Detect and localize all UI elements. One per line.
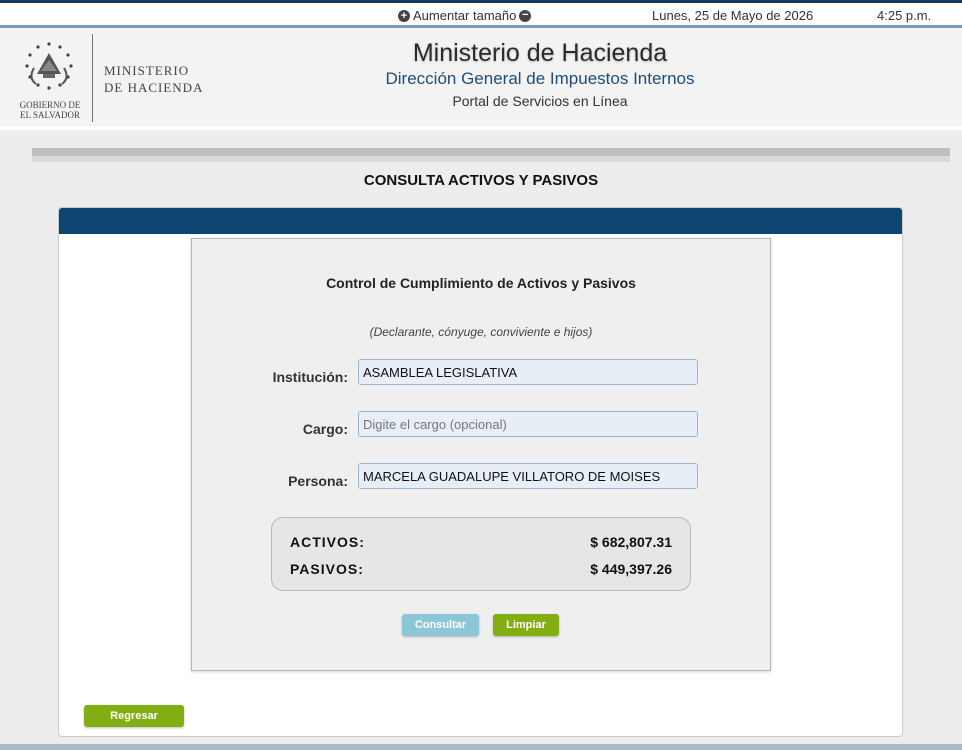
current-date: Lunes, 25 de Mayo de 2026: [652, 8, 814, 23]
header-portal: Portal de Servicios en Línea: [452, 93, 628, 109]
header-title: Ministerio de Hacienda: [412, 39, 668, 67]
logo-line-1: MINISTERIO: [104, 63, 190, 78]
activos-value: $ 682,807.31: [590, 534, 672, 550]
pasivos-label: PASIVOS:: [290, 561, 364, 577]
institucion-label: Institución:: [272, 369, 348, 385]
ministry-logo-text: MINISTERIO DE HACIENDA: [104, 62, 203, 96]
query-form: Control de Cumplimiento de Activos y Pas…: [191, 238, 771, 671]
plus-circle-icon[interactable]: +: [398, 9, 410, 22]
page-title: CONSULTA ACTIVOS Y PASIVOS: [363, 172, 599, 189]
persona-label: Persona:: [288, 473, 348, 489]
consultar-button[interactable]: Consultar: [402, 614, 479, 636]
zoom-label[interactable]: Aumentar tamaño: [413, 8, 516, 23]
logo-line-2: DE HACIENDA: [104, 80, 204, 95]
pasivos-value: $ 449,397.26: [590, 561, 672, 577]
header-divider: [92, 34, 93, 122]
header-subtitle: Dirección General de Impuestos Internos: [385, 69, 695, 88]
footer-line: [0, 744, 962, 750]
zoom-control: + Aumentar tamaño −: [398, 8, 532, 23]
seal-caption-line-2: EL SALVADOR: [20, 110, 80, 120]
form-title: Control de Cumplimiento de Activos y Pas…: [326, 275, 636, 291]
activos-label: ACTIVOS:: [290, 534, 365, 550]
seal-caption: GOBIERNO DE EL SALVADOR: [10, 100, 90, 120]
regresar-button[interactable]: Regresar: [84, 705, 184, 727]
site-header: GOBIERNO DE EL SALVADOR MINISTERIO DE HA…: [0, 28, 962, 130]
cargo-label: Cargo:: [302, 421, 348, 437]
institucion-field[interactable]: [358, 359, 698, 385]
current-time: 4:25 p.m.: [877, 8, 932, 23]
minus-circle-icon[interactable]: −: [519, 9, 532, 22]
limpiar-button[interactable]: Limpiar: [493, 614, 559, 636]
persona-field[interactable]: [358, 463, 698, 489]
totals-box: ACTIVOS: $ 682,807.31 PASIVOS: $ 449,397…: [271, 517, 691, 591]
gray-divider: [32, 148, 950, 156]
gray-divider-light: [32, 156, 950, 162]
form-note: (Declarante, cónyuge, conviviente e hijo…: [369, 325, 593, 339]
seal-caption-line-1: GOBIERNO DE: [19, 100, 81, 110]
panel-header-bar: [59, 208, 902, 234]
top-bar: + Aumentar tamaño − Lunes, 25 de Mayo de…: [0, 0, 962, 28]
cargo-field[interactable]: [358, 411, 698, 437]
